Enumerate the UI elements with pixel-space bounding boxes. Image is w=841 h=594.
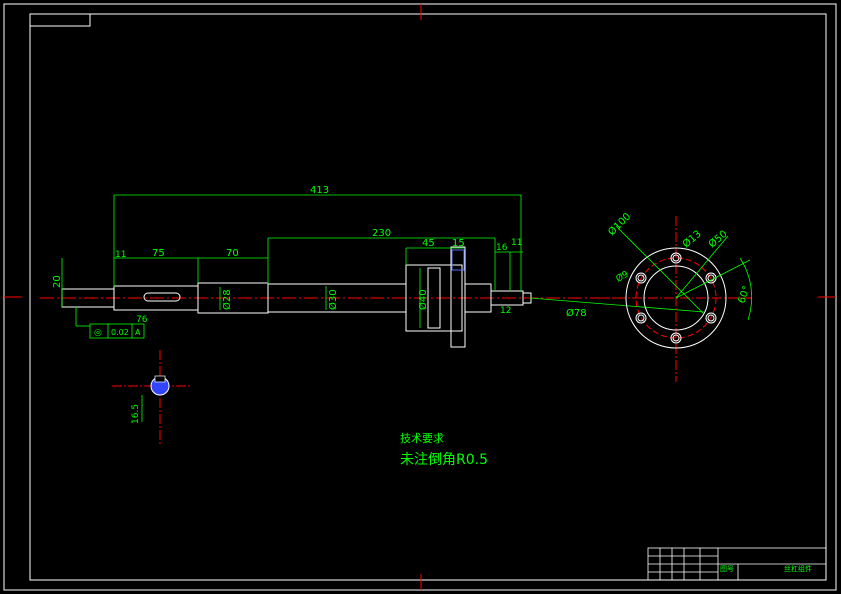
title-block-part-name: 丝杠组件 [784, 564, 812, 573]
dim-keyway-depth: 16.5 [131, 404, 141, 424]
dim-left-small: 11 [115, 250, 126, 260]
dim-inner: Ø78 [566, 307, 587, 319]
corner-tab [29, 13, 91, 27]
title-block-label: 图号 [720, 565, 734, 573]
dim-flange-a: 45 [422, 238, 435, 249]
dim-right-small-b: 11 [511, 238, 522, 248]
dim-left-shaft: 75 [152, 248, 165, 259]
title-block [647, 547, 827, 581]
dim-body: 230 [372, 228, 391, 239]
dim-neck: 70 [226, 248, 239, 259]
keyway-slot [143, 292, 181, 302]
tolerance-symbol: ◎ [94, 328, 102, 338]
dim-right-small-a: 16 [496, 243, 508, 253]
dim-left-height: 20 [52, 275, 63, 288]
dim-overall: 413 [310, 185, 329, 196]
cad-drawing: ◎ 0.02 A 413 230 75 70 45 15 16 11 11 20… [3, 3, 837, 591]
dimension-lines [61, 194, 705, 328]
tolerance-datum: A [135, 328, 141, 337]
dim-flange-dia: Ø40 [417, 289, 429, 310]
flange-end-view: Ø100 Ø13 Ø50 Ø9 Ø78 60° [566, 211, 753, 382]
dim-angle: 60° [736, 285, 752, 305]
dim-right-end: 12 [500, 306, 511, 316]
notes-line1: 未注倒角R0.5 [400, 452, 488, 468]
dim-flange-b: 15 [452, 238, 465, 249]
tolerance-frame: ◎ 0.02 A [89, 323, 145, 339]
dim-outer: Ø50 [706, 228, 730, 250]
dim-keyway-len: 76 [136, 315, 148, 325]
notes-title: 技术要求 [400, 432, 444, 445]
dim-neck-dia: Ø28 [221, 289, 233, 310]
dim-pcd: Ø100 [606, 211, 634, 239]
dim-hole: Ø13 [680, 228, 704, 250]
dim-body-dia: Ø30 [327, 289, 339, 310]
tolerance-value: 0.02 [111, 328, 129, 337]
